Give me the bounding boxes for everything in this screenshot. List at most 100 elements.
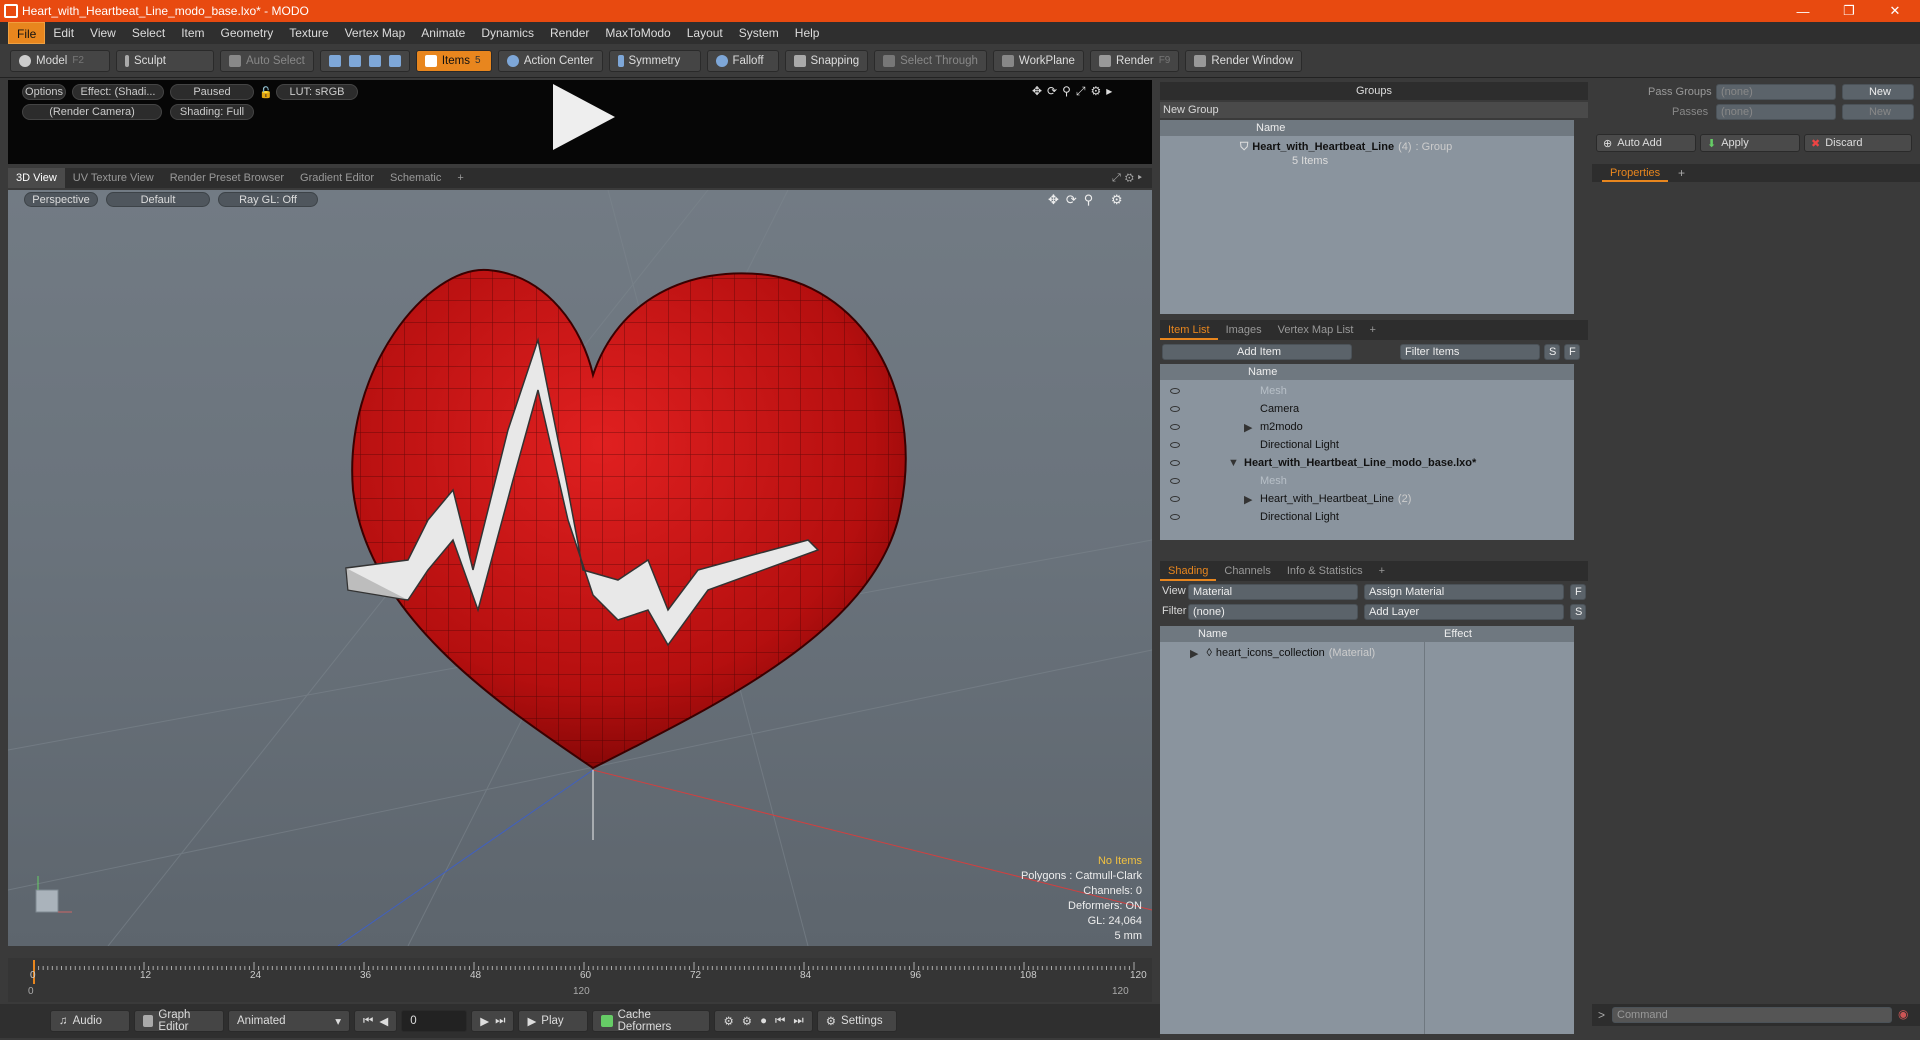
item-list-row[interactable]: Camera	[1170, 400, 1299, 418]
apply-button[interactable]: ⬇ Apply	[1700, 134, 1800, 152]
raygl-dropdown[interactable]: Ray GL: Off	[218, 192, 318, 207]
visibility-eye-icon[interactable]	[1170, 442, 1180, 448]
auto-select-button[interactable]: Auto Select	[220, 49, 314, 72]
itemlist-s-button[interactable]: S	[1544, 344, 1560, 360]
close-button[interactable]: ✕	[1872, 0, 1918, 22]
visibility-eye-icon[interactable]	[1170, 424, 1180, 430]
expand-arrow-icon[interactable]: ▼	[1228, 457, 1244, 469]
item-list-row[interactable]: Directional Light	[1170, 508, 1339, 526]
add-shading-tab[interactable]: +	[1371, 561, 1393, 581]
menu-system[interactable]: System	[731, 22, 787, 44]
tab-properties[interactable]: Properties	[1602, 164, 1669, 182]
play-icon[interactable]	[553, 84, 615, 150]
key-tool-buttons[interactable]: ⚙ ⚙ ● ⏮ ⏭	[714, 1010, 813, 1032]
filter-items-input[interactable]: Filter Items	[1400, 344, 1540, 360]
pass-groups-dropdown[interactable]: (none)	[1716, 84, 1836, 100]
add-item-button[interactable]: Add Item	[1162, 344, 1352, 360]
model-button[interactable]: Model F2	[10, 49, 110, 72]
item-list-row[interactable]: Directional Light	[1170, 436, 1339, 454]
visibility-eye-icon[interactable]	[1170, 388, 1180, 394]
next-key-buttons[interactable]: ▶ ⏭	[471, 1010, 515, 1032]
menu-dynamics[interactable]: Dynamics	[473, 22, 542, 44]
passes-dropdown[interactable]: (none)	[1716, 104, 1836, 120]
visibility-eye-icon[interactable]	[1170, 496, 1180, 502]
edges-mode-icon[interactable]	[348, 54, 361, 67]
polygons-mode-icon[interactable]	[368, 54, 381, 67]
item-list-row[interactable]: ▶ m2modo	[1170, 418, 1303, 436]
prev-frame-icon[interactable]: ◀	[379, 1014, 388, 1028]
key-next-icon[interactable]: ⏭	[793, 1015, 803, 1028]
menu-geometry[interactable]: Geometry	[213, 22, 282, 44]
menu-render[interactable]: Render	[542, 22, 597, 44]
tab-vertex-map-list[interactable]: Vertex Map List	[1270, 320, 1362, 340]
tab-images[interactable]: Images	[1218, 320, 1270, 340]
first-frame-icon[interactable]: ⏮	[363, 1015, 373, 1028]
restore-button[interactable]: ❐	[1826, 0, 1872, 22]
add-tab-button[interactable]: +	[449, 168, 471, 188]
material-row[interactable]: ▶ ◊ heart_icons_collection (Material)	[1190, 644, 1375, 662]
visibility-eye-icon[interactable]	[1170, 514, 1180, 520]
symmetry-button[interactable]: Symmetry	[608, 49, 701, 72]
new-pass-group-button[interactable]: New	[1842, 84, 1914, 100]
shading-f-button[interactable]: F	[1570, 584, 1586, 600]
menu-file[interactable]: File	[8, 22, 46, 44]
key-prev-icon[interactable]: ⏮	[775, 1015, 785, 1028]
preview-camera-dropdown[interactable]: (Render Camera)	[22, 104, 162, 120]
play-button[interactable]: ▶ Play	[518, 1010, 589, 1032]
vertices-mode-icon[interactable]	[328, 54, 341, 67]
discard-button[interactable]: ✖ Discard	[1804, 134, 1912, 152]
3d-viewport[interactable]: Perspective Default Ray GL: Off ✥⟳⚲ ⚙ No…	[8, 190, 1152, 946]
view-dropdown[interactable]: Material	[1188, 584, 1358, 600]
item-list-row[interactable]: ▼ Heart_with_Heartbeat_Line_modo_base.lxo…	[1170, 454, 1476, 472]
add-layer-dropdown[interactable]: Add Layer	[1364, 604, 1564, 620]
menu-item[interactable]: Item	[173, 22, 212, 44]
menu-select[interactable]: Select	[124, 22, 173, 44]
lock-icon[interactable]: 🔓	[259, 84, 273, 100]
minimize-button[interactable]: —	[1780, 0, 1826, 22]
tab-uv-texture-view[interactable]: UV Texture View	[65, 168, 162, 188]
viewport-nav-icons[interactable]: ✥⟳⚲ ⚙	[1048, 192, 1130, 208]
menu-texture[interactable]: Texture	[281, 22, 336, 44]
preview-nav-icons[interactable]: ✥⟳⚲⤢⚙▸	[1032, 84, 1117, 99]
item-list-row[interactable]: Mesh	[1170, 472, 1287, 490]
sculpt-button[interactable]: Sculpt	[116, 49, 214, 72]
falloff-button[interactable]: Falloff	[706, 49, 779, 72]
preview-lut-dropdown[interactable]: LUT: sRGB	[276, 84, 358, 100]
menu-layout[interactable]: Layout	[679, 22, 731, 44]
itemlist-f-button[interactable]: F	[1564, 344, 1580, 360]
preview-options-button[interactable]: Options	[22, 84, 66, 100]
tab-shading[interactable]: Shading	[1160, 561, 1217, 581]
command-input[interactable]: Command	[1612, 1007, 1892, 1023]
new-pass-button[interactable]: New	[1842, 104, 1914, 120]
settings-button[interactable]: ⚙ Settings	[816, 1010, 897, 1032]
select-through-button[interactable]: Select Through	[874, 49, 987, 72]
prev-key-buttons[interactable]: ⏮ ◀	[354, 1010, 398, 1032]
menu-vertex-map[interactable]: Vertex Map	[337, 22, 414, 44]
menu-edit[interactable]: Edit	[45, 22, 82, 44]
audio-button[interactable]: ♫ Audio	[50, 1010, 130, 1032]
filter-dropdown[interactable]: (none)	[1188, 604, 1358, 620]
animated-dropdown[interactable]: Animated ▾	[228, 1010, 350, 1032]
visibility-eye-icon[interactable]	[1170, 478, 1180, 484]
menu-view[interactable]: View	[82, 22, 124, 44]
preview-paused-button[interactable]: Paused	[170, 84, 254, 100]
graph-editor-button[interactable]: Graph Editor	[134, 1009, 224, 1033]
tab-item-list[interactable]: Item List	[1160, 320, 1218, 340]
record-icon[interactable]: ●	[760, 1015, 767, 1027]
add-itemlist-tab[interactable]: +	[1361, 320, 1383, 340]
expand-arrow-icon[interactable]: ▶	[1190, 647, 1198, 660]
visibility-eye-icon[interactable]	[1170, 406, 1180, 412]
preview-shading-dropdown[interactable]: Shading: Full	[170, 104, 254, 120]
menu-animate[interactable]: Animate	[413, 22, 473, 44]
tab-schematic[interactable]: Schematic	[382, 168, 449, 188]
frame-input[interactable]: 0	[401, 1010, 468, 1032]
key-icon[interactable]: ⚙	[723, 1014, 733, 1028]
auto-add-button[interactable]: ⊕ Auto Add	[1596, 134, 1696, 152]
item-list-row[interactable]: ▶ Heart_with_Heartbeat_Line (2)	[1170, 490, 1411, 508]
viewport-tab-icons[interactable]: ⤢⚙▸	[1112, 172, 1152, 185]
shading-style-dropdown[interactable]: Default	[106, 192, 210, 207]
timeline[interactable]: 0 12 24 36 48 60 72 84 96 108 120 0 120 120	[8, 958, 1152, 1002]
action-center-button[interactable]: Action Center	[497, 49, 603, 72]
snapping-button[interactable]: Snapping	[784, 49, 869, 72]
expand-arrow-icon[interactable]: ▶	[1244, 493, 1260, 506]
